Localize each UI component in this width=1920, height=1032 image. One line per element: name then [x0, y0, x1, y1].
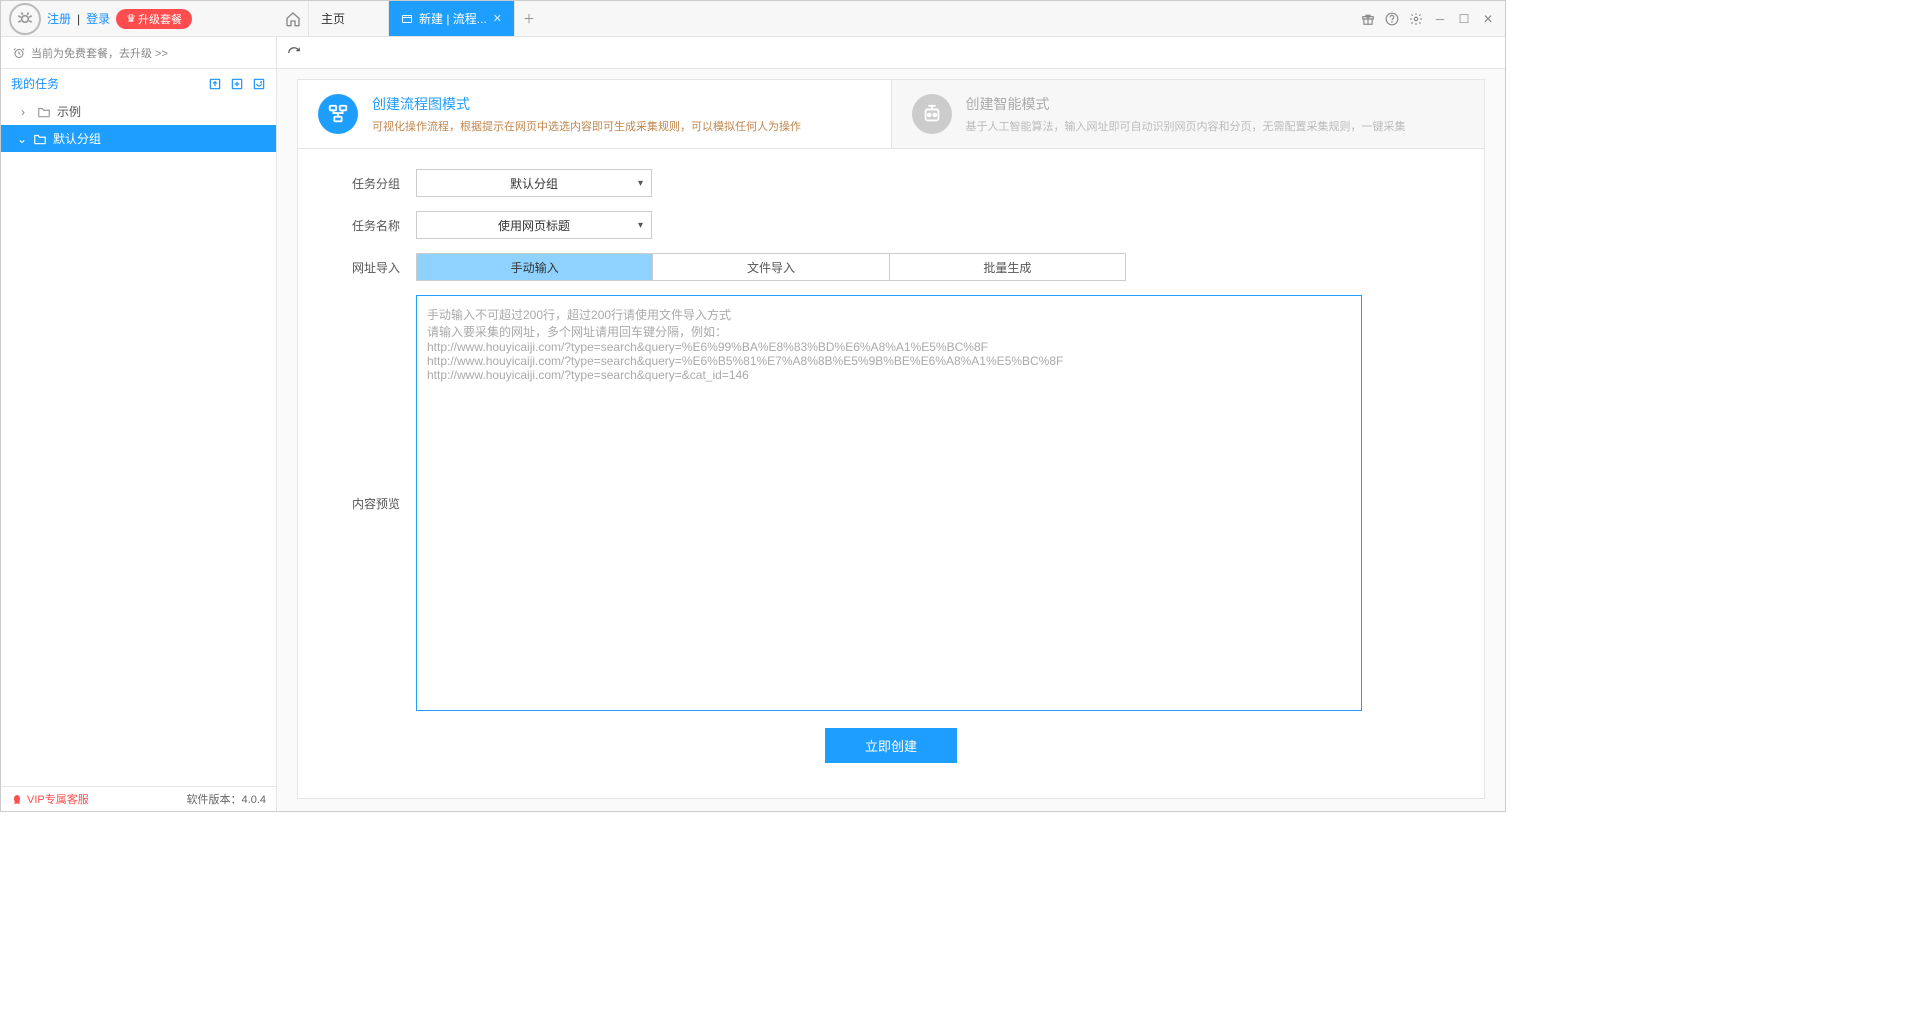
- seg-file[interactable]: 文件导入: [653, 254, 889, 280]
- import-mode-segmented: 手动输入 文件导入 批量生成: [416, 253, 1126, 281]
- mode-flow-card[interactable]: 创建流程图模式 可视化操作流程，根据提示在网页中选选内容即可生成采集规则，可以模…: [298, 80, 891, 149]
- caret-right-icon: ›: [21, 105, 31, 119]
- task-group-label: 任务分组: [338, 169, 416, 192]
- mode-row: 创建流程图模式 可视化操作流程，根据提示在网页中选选内容即可生成采集规则，可以模…: [298, 80, 1484, 149]
- task-name-value: 使用网页标题: [498, 217, 570, 234]
- close-window-icon[interactable]: ✕: [1481, 12, 1495, 26]
- plan-info-text[interactable]: 当前为免费套餐，去升级 >>: [31, 45, 168, 61]
- close-icon[interactable]: ✕: [493, 12, 502, 25]
- mode-smart-card[interactable]: 创建智能模式 基于人工智能算法，输入网址即可自动识别网页内容和分页，无需配置采集…: [891, 80, 1485, 149]
- gift-icon[interactable]: [1361, 12, 1375, 26]
- vip-service-link[interactable]: VIP专属客服: [11, 791, 89, 807]
- upgrade-badge[interactable]: ♛ 升级套餐: [116, 9, 192, 29]
- settings-icon[interactable]: [1409, 12, 1423, 26]
- folder-icon: [33, 133, 47, 145]
- robot-icon: [912, 94, 952, 134]
- submit-row: 立即创建: [338, 728, 1444, 763]
- tab-home-label: 主页: [321, 10, 345, 27]
- tree-item-default-group[interactable]: ⌄ 默认分组: [1, 125, 276, 152]
- body: 我的任务 ›: [1, 69, 1505, 811]
- app-logo-icon: [9, 3, 41, 35]
- chevron-down-icon: ▾: [638, 178, 643, 189]
- tab-add-button[interactable]: ＋: [515, 1, 543, 36]
- mode-smart-title: 创建智能模式: [966, 94, 1406, 114]
- tree-item-default-label: 默认分组: [53, 130, 101, 147]
- url-input[interactable]: [307, 41, 1495, 65]
- row-task-group: 任务分组 默认分组 ▾: [338, 169, 1444, 197]
- flow-icon: [318, 94, 358, 134]
- sidebar: 我的任务 ›: [1, 69, 277, 811]
- mode-smart-desc: 基于人工智能算法，输入网址即可自动识别网页内容和分页，无需配置采集规则，一键采集: [966, 118, 1406, 134]
- titlebar-left: 注册 | 登录 ♛ 升级套餐: [1, 1, 277, 36]
- export-icon[interactable]: [208, 77, 222, 91]
- mode-flow-desc: 可视化操作流程，根据提示在网页中选选内容即可生成采集规则，可以模拟任何人为操作: [372, 118, 801, 134]
- version-label: 软件版本：4.0.4: [187, 791, 266, 807]
- titlebar-right: ─ ☐ ✕: [1351, 1, 1505, 36]
- minimize-icon[interactable]: ─: [1433, 12, 1447, 26]
- tree-item-example[interactable]: › 示例: [1, 98, 276, 125]
- upgrade-badge-label: 升级套餐: [138, 11, 182, 27]
- main-area: 创建流程图模式 可视化操作流程，根据提示在网页中选选内容即可生成采集规则，可以模…: [277, 69, 1505, 811]
- task-name-select[interactable]: 使用网页标题 ▾: [416, 211, 652, 239]
- task-group-value: 默认分组: [510, 175, 558, 192]
- chevron-down-icon: ▾: [638, 220, 643, 231]
- sidebar-header-icons: [208, 77, 266, 91]
- tree-item-example-label: 示例: [57, 103, 81, 120]
- sub-header: 当前为免费套餐，去升级 >>: [1, 37, 1505, 69]
- new-folder-icon[interactable]: [230, 77, 244, 91]
- mode-flow-title: 创建流程图模式: [372, 94, 801, 114]
- crown-icon: ♛: [126, 12, 136, 25]
- create-form: 任务分组 默认分组 ▾ 任务名称 使用网页标题: [298, 149, 1484, 783]
- task-name-label: 任务名称: [338, 211, 416, 234]
- auth-separator: |: [77, 12, 80, 26]
- register-link[interactable]: 注册: [47, 10, 71, 27]
- row-task-name: 任务名称 使用网页标题 ▾: [338, 211, 1444, 239]
- tabs-area: 主页 新建 | 流程... ✕ ＋: [277, 1, 1351, 36]
- login-link[interactable]: 登录: [86, 10, 110, 27]
- tab-new-task[interactable]: 新建 | 流程... ✕: [389, 1, 515, 36]
- window-icon: [401, 13, 413, 25]
- vip-service-label: VIP专属客服: [27, 791, 89, 807]
- url-textarea[interactable]: [416, 295, 1362, 711]
- row-preview: 内容预览: [338, 295, 1444, 714]
- create-panel: 创建流程图模式 可视化操作流程，根据提示在网页中选选内容即可生成采集规则，可以模…: [297, 79, 1485, 799]
- create-button[interactable]: 立即创建: [825, 728, 957, 763]
- sidebar-footer: VIP专属客服 软件版本：4.0.4: [1, 786, 276, 811]
- row-url-import: 网址导入 手动输入 文件导入 批量生成: [338, 253, 1444, 281]
- folder-icon: [37, 106, 51, 118]
- alarm-icon: [13, 47, 25, 59]
- qq-icon: [11, 793, 23, 805]
- my-tasks-label[interactable]: 我的任务: [11, 75, 59, 92]
- plan-info: 当前为免费套餐，去升级 >>: [1, 37, 277, 68]
- tab-home[interactable]: 主页: [309, 1, 389, 36]
- seg-batch[interactable]: 批量生成: [890, 254, 1125, 280]
- task-group-select[interactable]: 默认分组 ▾: [416, 169, 652, 197]
- caret-down-icon: ⌄: [17, 132, 27, 146]
- refresh-icon[interactable]: [287, 46, 307, 60]
- titlebar: 注册 | 登录 ♛ 升级套餐 主页 新建 | 流程... ✕ ＋: [1, 1, 1505, 37]
- preview-label: 内容预览: [338, 295, 416, 512]
- seg-manual[interactable]: 手动输入: [417, 254, 653, 280]
- maximize-icon[interactable]: ☐: [1457, 12, 1471, 26]
- home-tab-icon[interactable]: [277, 1, 309, 36]
- refresh-tasks-icon[interactable]: [252, 77, 266, 91]
- url-bar: [277, 37, 1505, 68]
- tab-new-task-label: 新建 | 流程...: [419, 10, 487, 27]
- sidebar-header: 我的任务: [1, 69, 276, 98]
- help-icon[interactable]: [1385, 12, 1399, 26]
- task-tree: › 示例 ⌄ 默认分组: [1, 98, 276, 786]
- url-import-label: 网址导入: [338, 253, 416, 276]
